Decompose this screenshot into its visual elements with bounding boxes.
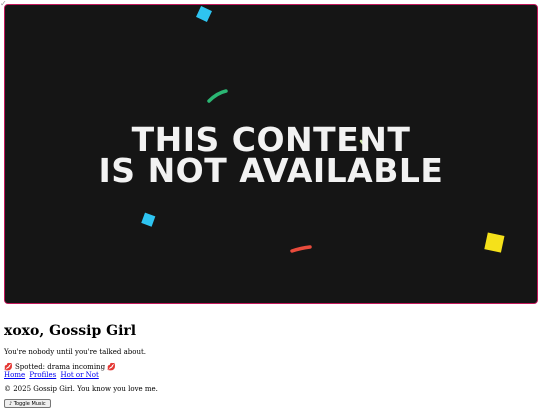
main-content: xoxo, Gossip Girl You're nobody until yo… xyxy=(4,322,534,408)
nav-links: Home Profiles Hot or Not xyxy=(4,371,101,379)
unavailable-line-2: IS NOT AVAILABLE xyxy=(99,151,444,190)
video-player[interactable]: THIS CONTENT IS NOT AVAILABLE xyxy=(4,4,538,304)
footer-text: © 2025 Gossip Girl. You know you love me… xyxy=(4,385,158,393)
toggle-music-button[interactable]: ♪ Toggle Music xyxy=(4,399,51,408)
spotted-banner: 💋 Spotted: drama incoming 💋 xyxy=(4,363,116,371)
page-title: xoxo, Gossip Girl xyxy=(4,323,137,339)
tagline: You're nobody until you're talked about. xyxy=(4,348,147,356)
confetti-piece xyxy=(484,232,505,253)
nav-link-home[interactable]: Home xyxy=(4,371,25,379)
content-unavailable-graphic: THIS CONTENT IS NOT AVAILABLE xyxy=(5,5,537,303)
nav-link-profiles[interactable]: Profiles xyxy=(29,371,56,379)
nav-link-hot-or-not[interactable]: Hot or Not xyxy=(61,371,99,379)
